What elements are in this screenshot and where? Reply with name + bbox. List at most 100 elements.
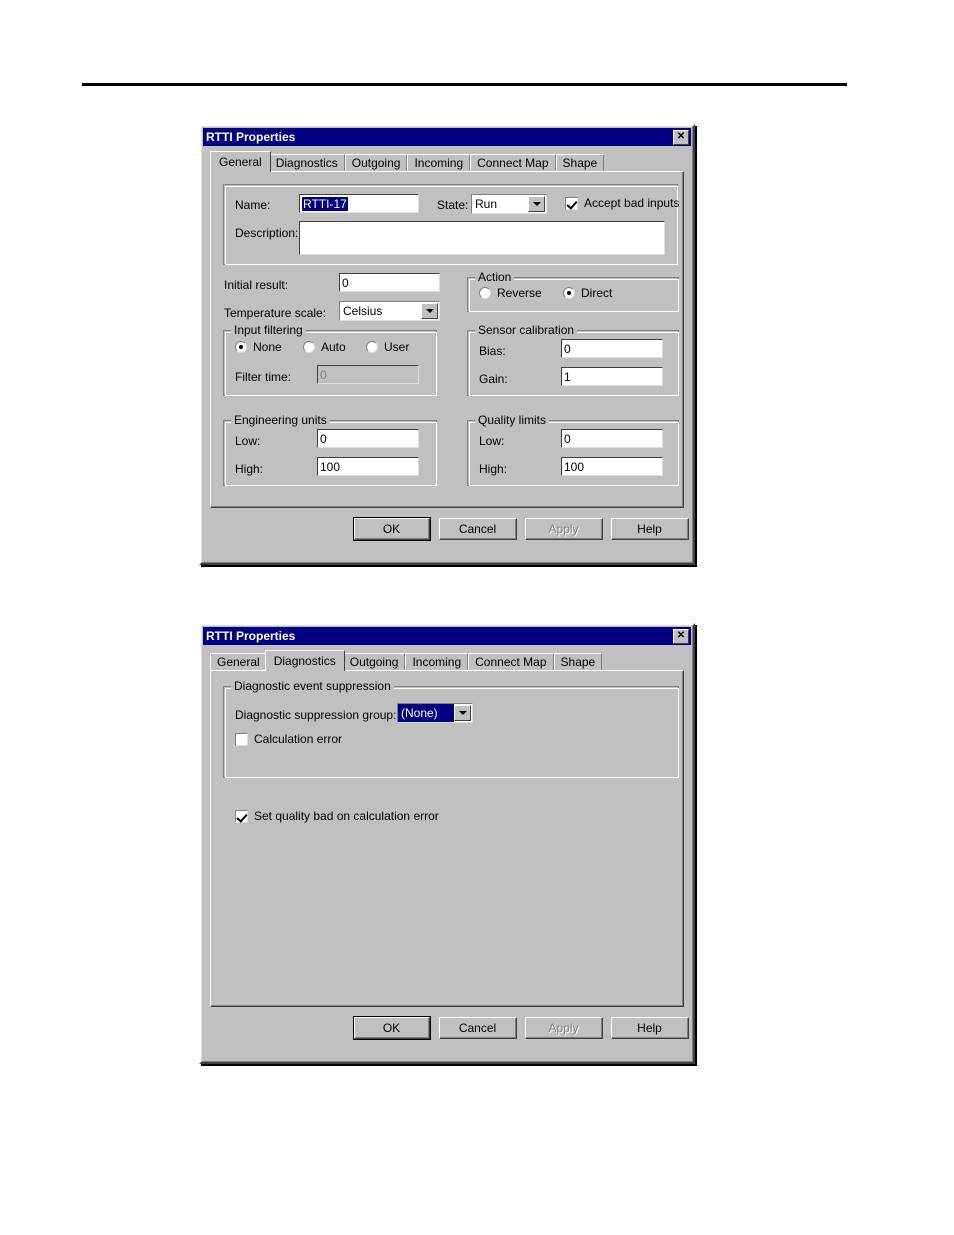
gain-input[interactable]: 1 <box>561 367 663 386</box>
input-filtering-group-title: Input filtering <box>231 324 306 337</box>
filter-time-input: 0 <box>317 365 419 384</box>
titlebar-diagnostics[interactable]: RTTI Properties ✕ <box>203 627 691 645</box>
help-button[interactable]: Help <box>611 1017 689 1039</box>
ql-high-value: 100 <box>564 460 585 474</box>
apply-button-label: Apply <box>548 1020 579 1035</box>
initial-result-label: Initial result: <box>224 278 289 292</box>
apply-button-label: Apply <box>548 521 579 536</box>
ql-low-label: Low: <box>479 434 505 448</box>
checkbox-icon <box>235 732 248 746</box>
radio-icon <box>366 341 378 353</box>
filter-user-radio[interactable]: User <box>366 340 409 354</box>
suppression-group-select[interactable]: (None) <box>397 703 473 723</box>
ql-low-input[interactable]: 0 <box>561 429 663 448</box>
radio-icon <box>235 341 247 353</box>
ok-button-label: OK <box>382 521 401 536</box>
description-label: Description: <box>235 226 299 240</box>
chevron-down-icon[interactable] <box>454 705 471 721</box>
filter-none-radio[interactable]: None <box>235 340 282 354</box>
tab-outgoing[interactable]: Outgoing <box>344 154 408 172</box>
tab-general[interactable]: General <box>210 151 271 172</box>
gain-label: Gain: <box>479 372 508 386</box>
bias-value: 0 <box>564 342 571 356</box>
filter-auto-radio[interactable]: Auto <box>303 340 346 354</box>
chevron-down-icon[interactable] <box>421 303 438 319</box>
eu-high-value: 100 <box>320 460 341 474</box>
tab-incoming[interactable]: Incoming <box>407 154 471 172</box>
tab-shape[interactable]: Shape <box>555 154 605 172</box>
initial-result-value: 0 <box>342 276 349 290</box>
action-reverse-radio[interactable]: Reverse <box>479 286 542 300</box>
cancel-button[interactable]: Cancel <box>439 1017 517 1039</box>
filter-time-value: 0 <box>320 368 327 382</box>
filter-user-label: User <box>384 340 410 354</box>
radio-icon <box>479 287 491 299</box>
filter-auto-label: Auto <box>321 340 346 354</box>
ql-high-input[interactable]: 100 <box>561 457 663 476</box>
set-quality-bad-checkbox[interactable]: Set quality bad on calculation error <box>235 809 439 823</box>
set-quality-bad-label: Set quality bad on calculation error <box>254 809 439 823</box>
tabstrip-diagnostics: General Diagnostics Outgoing Incoming Co… <box>210 650 684 671</box>
page-header-rule <box>82 83 847 86</box>
state-select-value: Run <box>475 197 498 211</box>
radio-icon <box>563 287 575 299</box>
tab-general[interactable]: General <box>210 653 267 671</box>
chevron-down-icon[interactable] <box>528 196 545 212</box>
temperature-scale-label: Temperature scale: <box>224 306 327 320</box>
apply-button: Apply <box>525 1017 603 1039</box>
temperature-scale-value: Celsius <box>343 304 383 318</box>
cancel-button-label: Cancel <box>458 1020 497 1035</box>
eu-high-label: High: <box>235 462 264 476</box>
apply-button: Apply <box>525 518 603 540</box>
help-button-label: Help <box>637 521 662 536</box>
tabpanel-diagnostics: Diagnostic event suppression Diagnostic … <box>210 670 684 1007</box>
name-input-value: RTTI-17 <box>302 197 348 211</box>
ql-high-label: High: <box>479 462 508 476</box>
action-direct-radio[interactable]: Direct <box>563 286 612 300</box>
temperature-scale-select[interactable]: Celsius <box>339 301 440 321</box>
initial-result-input[interactable]: 0 <box>339 273 440 292</box>
state-select[interactable]: Run <box>471 194 547 214</box>
tab-diagnostics[interactable]: Diagnostics <box>268 154 345 172</box>
close-icon[interactable]: ✕ <box>673 129 689 145</box>
sensor-calibration-group-title: Sensor calibration <box>475 324 578 337</box>
name-input[interactable]: RTTI-17 <box>299 194 419 213</box>
tab-shape[interactable]: Shape <box>553 653 603 671</box>
ok-button[interactable]: OK <box>353 1016 431 1040</box>
cancel-button[interactable]: Cancel <box>439 518 517 540</box>
quality-limits-group-title: Quality limits <box>475 414 550 427</box>
ok-button[interactable]: OK <box>353 517 431 541</box>
accept-bad-inputs-label: Accept bad inputs <box>584 196 680 210</box>
eu-high-input[interactable]: 100 <box>317 457 419 476</box>
bias-input[interactable]: 0 <box>561 339 663 358</box>
ql-low-value: 0 <box>564 432 571 446</box>
accept-bad-inputs-checkbox[interactable]: Accept bad inputs <box>565 196 679 210</box>
tab-diagnostics[interactable]: Diagnostics <box>264 650 345 671</box>
gain-value: 1 <box>564 370 571 384</box>
action-reverse-label: Reverse <box>497 286 542 300</box>
tabpanel-general: Name: RTTI-17 State: Run Accept bad inpu… <box>210 171 684 508</box>
eu-low-input[interactable]: 0 <box>317 429 419 448</box>
radio-icon <box>303 341 315 353</box>
suppression-group-value: (None) <box>398 704 454 722</box>
action-group-title: Action <box>475 271 515 284</box>
titlebar-general[interactable]: RTTI Properties ✕ <box>203 128 691 146</box>
close-icon[interactable]: ✕ <box>673 628 689 644</box>
help-button[interactable]: Help <box>611 518 689 540</box>
tab-connect-map[interactable]: Connect Map <box>468 653 554 671</box>
tab-connect-map[interactable]: Connect Map <box>470 154 556 172</box>
dialog-title: RTTI Properties <box>206 130 296 144</box>
filter-time-label: Filter time: <box>235 370 292 384</box>
tab-outgoing[interactable]: Outgoing <box>342 653 406 671</box>
eu-low-label: Low: <box>235 434 261 448</box>
eu-low-value: 0 <box>320 432 327 446</box>
tab-incoming[interactable]: Incoming <box>405 653 469 671</box>
ok-button-label: OK <box>382 1020 401 1035</box>
calculation-error-checkbox[interactable]: Calculation error <box>235 732 342 746</box>
description-input[interactable] <box>299 221 665 255</box>
calculation-error-label: Calculation error <box>254 732 343 746</box>
filter-none-label: None <box>253 340 282 354</box>
dialog-title: RTTI Properties <box>206 629 296 643</box>
cancel-button-label: Cancel <box>458 521 497 536</box>
name-label: Name: <box>235 198 271 212</box>
